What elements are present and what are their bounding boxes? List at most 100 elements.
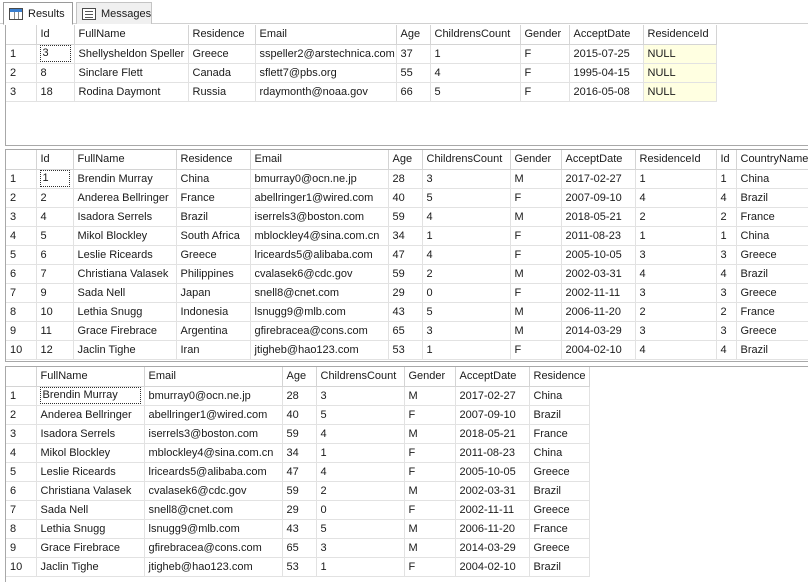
cell-acceptdate[interactable]: 2002-03-31 [455,481,530,501]
row-number[interactable]: 1 [6,169,37,189]
cell-gender[interactable]: F [404,405,456,425]
cell-residenceid[interactable]: 1 [635,226,717,246]
result-grid-1[interactable]: Id FullName Residence Email Age ChildrensCoun… [5,25,808,146]
column-header-fullname[interactable]: FullName [74,25,189,45]
cell-gender[interactable]: F [510,188,562,208]
cell-id[interactable]: 2 [716,207,737,227]
row-number[interactable]: 5 [6,245,37,265]
cell-countryname[interactable]: Greece [736,283,808,303]
cell-residence[interactable]: Brazil [529,405,590,425]
cell-email[interactable]: gfirebracea@cons.com [250,321,389,341]
cell-childrenscount[interactable]: 1 [422,340,511,360]
cell-countryname[interactable]: Greece [736,321,808,341]
cell-acceptdate[interactable]: 2004-02-10 [561,340,636,360]
cell-age[interactable]: 65 [282,538,317,558]
result-grid-3[interactable]: FullName Email Age ChildrensCount Gender Acce… [5,366,808,582]
cell-fullname[interactable]: Shellysheldon Speller [74,44,189,64]
cell-email[interactable]: iserrels3@boston.com [144,424,283,444]
cell-residence[interactable]: Greece [188,44,256,64]
cell-email[interactable]: sspeller2@arstechnica.com [255,44,397,64]
cell-acceptdate[interactable]: 2007-09-10 [561,188,636,208]
cell-countryname[interactable]: Brazil [736,340,808,360]
cell-id[interactable]: 11 [36,321,74,341]
cell-email[interactable]: mblockley4@sina.com.cn [250,226,389,246]
cell-residence[interactable]: Canada [188,63,256,83]
column-header-residence[interactable]: Residence [188,25,256,45]
cell-age[interactable]: 66 [396,82,431,102]
table-row[interactable]: 7 9 Sada Nell Japan snell8@cnet.com 29 0 F 2002-… [6,283,808,303]
cell-email[interactable]: lriceards5@alibaba.com [144,462,283,482]
cell-id[interactable]: 9 [36,283,74,303]
cell-residence[interactable]: Philippines [176,264,251,284]
cell-countryname[interactable]: China [736,226,808,246]
table-row[interactable]: 2 Anderea Bellringer abellringer1@wired.co… [6,405,590,425]
cell-residence[interactable]: Greece [176,245,251,265]
column-header-fullname[interactable]: FullName [73,150,177,170]
column-header-id[interactable]: Id [36,25,75,45]
table-row[interactable]: 7 Sada Nell snell8@cnet.com 29 0 F 2002-11-11 G… [6,500,590,520]
cell-residence[interactable]: China [176,169,251,189]
cell-acceptdate[interactable]: 2002-11-11 [561,283,636,303]
cell-age[interactable]: 47 [388,245,423,265]
cell-id[interactable]: 5 [36,226,74,246]
cell-residenceid[interactable]: NULL [643,63,717,83]
cell-id[interactable]: 2 [36,188,74,208]
cell-gender[interactable]: F [510,283,562,303]
cell-childrenscount[interactable]: 1 [422,226,511,246]
cell-gender[interactable]: M [510,264,562,284]
column-header-residenceid[interactable]: ResidenceId [635,150,717,170]
cell-residence[interactable]: Brazil [529,481,590,501]
cell-fullname[interactable]: Sinclare Flett [74,63,189,83]
cell-id[interactable]: 4 [716,340,737,360]
cell-gender[interactable]: M [510,207,562,227]
cell-age[interactable]: 59 [282,481,317,501]
cell-residence[interactable]: Argentina [176,321,251,341]
column-header-age[interactable]: Age [282,367,317,387]
cell-childrenscount[interactable]: 1 [430,44,521,64]
cell-age[interactable]: 28 [282,386,317,406]
cell-gender[interactable]: F [510,226,562,246]
cell-childrenscount[interactable]: 5 [316,405,405,425]
cell-age[interactable]: 53 [282,557,317,577]
cell-residence[interactable]: Russia [188,82,256,102]
cell-countryname[interactable]: Greece [736,245,808,265]
column-header-acceptdate[interactable]: AcceptDate [561,150,636,170]
cell-fullname[interactable]: Brendin Murray [36,386,145,406]
cell-countryname[interactable]: France [736,302,808,322]
row-number[interactable]: 9 [6,321,37,341]
cell-residence[interactable]: Brazil [529,557,590,577]
cell-email[interactable]: gfirebracea@cons.com [144,538,283,558]
cell-fullname[interactable]: Grace Firebrace [36,538,145,558]
cell-acceptdate[interactable]: 2017-02-27 [455,386,530,406]
cell-acceptdate[interactable]: 2011-08-23 [455,443,530,463]
cell-age[interactable]: 43 [388,302,423,322]
cell-childrenscount[interactable]: 0 [422,283,511,303]
cell-acceptdate[interactable]: 2011-08-23 [561,226,636,246]
cell-gender[interactable]: F [404,500,456,520]
cell-email[interactable]: lriceards5@alibaba.com [250,245,389,265]
cell-fullname[interactable]: Lethia Snugg [73,302,177,322]
cell-fullname[interactable]: Mikol Blockley [36,443,145,463]
cell-gender[interactable]: M [404,424,456,444]
cell-acceptdate[interactable]: 2015-07-25 [569,44,644,64]
cell-gender[interactable]: M [404,519,456,539]
cell-email[interactable]: abellringer1@wired.com [250,188,389,208]
cell-acceptdate[interactable]: 2005-10-05 [561,245,636,265]
table-row[interactable]: 6 7 Christiana Valasek Philippines cvalasek6… [6,264,808,284]
cell-age[interactable]: 34 [282,443,317,463]
table-row[interactable]: 3 Isadora Serrels iserrels3@boston.com 59 4 M… [6,424,590,444]
cell-age[interactable]: 59 [388,207,423,227]
cell-id[interactable]: 3 [716,245,737,265]
row-number[interactable]: 10 [6,557,37,577]
row-number-header[interactable] [6,150,37,170]
cell-age[interactable]: 59 [282,424,317,444]
cell-fullname[interactable]: Leslie Riceards [36,462,145,482]
cell-id[interactable]: 4 [716,264,737,284]
cell-acceptdate[interactable]: 2014-03-29 [561,321,636,341]
cell-email[interactable]: snell8@cnet.com [250,283,389,303]
cell-acceptdate[interactable]: 2005-10-05 [455,462,530,482]
cell-residenceid[interactable]: 3 [635,321,717,341]
table-row[interactable]: 8 Lethia Snugg lsnugg9@mlb.com 43 5 M 2006-11-… [6,519,590,539]
cell-residence[interactable]: France [176,188,251,208]
cell-residence[interactable]: Brazil [176,207,251,227]
